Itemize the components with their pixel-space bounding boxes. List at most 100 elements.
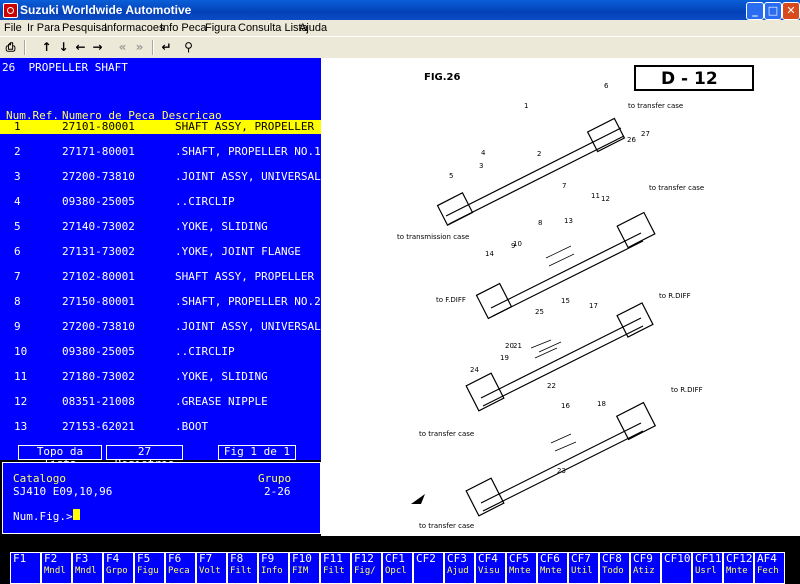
fkey-f6[interactable]: F6 Peca <box>165 552 196 584</box>
minimize-button[interactable]: _ <box>746 2 764 20</box>
fkey-f10[interactable]: F10 FIM <box>289 552 320 584</box>
menu-ajuda[interactable]: Ajuda <box>299 22 327 34</box>
fkey-cf3[interactable]: CF3 Ajud <box>444 552 475 584</box>
fkey-af4[interactable]: AF4 Fech <box>754 552 785 584</box>
toolbar-separator <box>152 40 154 55</box>
fkey-sublabel: Todo <box>602 566 624 576</box>
table-row[interactable]: 4 09380-25005 ..CIRCLIP <box>0 195 321 209</box>
menu-consulta-lista[interactable]: Consulta Lista <box>238 22 308 34</box>
cell-ref: 1 <box>14 120 21 133</box>
boot-ribs-2 <box>550 433 577 452</box>
fkey-f3[interactable]: F3 Mndl <box>72 552 103 584</box>
table-row[interactable]: 3 27200-73810 .JOINT ASSY, UNIVERSAL <box>0 170 321 184</box>
table-row[interactable]: 7 27102-80001 SHAFT ASSY, PROPELLER NO <box>0 270 334 284</box>
svg-text:17: 17 <box>589 302 598 310</box>
arrow-left-icon[interactable]: ← <box>72 39 89 55</box>
fkey-cf7[interactable]: CF7 Util <box>568 552 599 584</box>
menu-informacoes[interactable]: Informacoes <box>104 22 165 34</box>
records-count: 27 Registros <box>106 445 183 470</box>
table-row[interactable]: 9 27200-73810 .JOINT ASSY, UNIVERSAL <box>0 320 321 334</box>
cell-ref: 3 <box>14 170 21 183</box>
svg-text:12: 12 <box>601 195 610 203</box>
cell-part: 08351-21008 <box>62 395 135 408</box>
cell-desc: SHAFT ASSY, PROPELLER NO <box>175 270 334 283</box>
cell-desc: .YOKE, JOINT FLANGE <box>175 245 301 258</box>
close-button[interactable]: ✕ <box>782 2 800 20</box>
fkey-cf10[interactable]: CF10 <box>661 552 692 584</box>
fkey-label: F6 <box>168 552 182 565</box>
maximize-button[interactable]: □ <box>764 2 782 20</box>
table-row[interactable]: 8 27150-80001 .SHAFT, PROPELLER NO.2 <box>0 295 321 309</box>
cell-part: 27200-73810 <box>62 170 135 183</box>
top-of-list-button[interactable]: Topo da lista <box>18 445 102 470</box>
fkey-f12[interactable]: F12 Fig/ <box>351 552 382 584</box>
table-row[interactable]: 12 08351-21008 .GREASE NIPPLE <box>0 395 321 409</box>
fkey-f9[interactable]: F9 Info <box>258 552 289 584</box>
table-row[interactable]: 2 27171-80001 .SHAFT, PROPELLER NO.1 <box>0 145 321 159</box>
cell-desc: .SHAFT, PROPELLER NO.1 <box>175 145 321 158</box>
menu-info-peca[interactable]: Info Peca <box>160 22 206 34</box>
fkey-f5[interactable]: F5 Figu <box>134 552 165 584</box>
table-row[interactable]: 13 27153-62021 .BOOT <box>0 420 321 434</box>
num-fig-prompt: Num.Fig.> <box>13 510 73 523</box>
fkey-cf12[interactable]: CF12 Mnte <box>723 552 754 584</box>
menu-figura[interactable]: Figura <box>205 22 236 34</box>
table-row[interactable]: 1 27101-80001 SHAFT ASSY, PROPELLER NO <box>0 120 334 134</box>
label-to-transfer-case-2: to transfer case <box>649 184 704 192</box>
double-right-icon[interactable]: » <box>131 39 148 55</box>
svg-text:23: 23 <box>557 467 566 475</box>
fkey-cf8[interactable]: CF8 Todo <box>599 552 630 584</box>
table-row[interactable]: 10 09380-25005 ..CIRCLIP <box>0 345 321 359</box>
table-row[interactable]: 11 27180-73002 .YOKE, SLIDING <box>0 370 321 384</box>
cell-desc: .GREASE NIPPLE <box>175 395 268 408</box>
cell-ref: 6 <box>14 245 21 258</box>
fkey-sublabel: Usrl <box>695 566 717 576</box>
cell-ref: 13 <box>14 420 28 433</box>
fkey-sublabel: Mnte <box>509 566 531 576</box>
fkey-sublabel: Mnte <box>540 566 562 576</box>
fkey-sublabel: Peca <box>168 566 190 576</box>
fkey-cf5[interactable]: CF5 Mnte <box>506 552 537 584</box>
double-left-icon[interactable]: « <box>114 39 131 55</box>
fkey-f1[interactable]: F1 <box>10 552 41 584</box>
fkey-f7[interactable]: F7 Volt <box>196 552 227 584</box>
svg-text:18: 18 <box>597 400 606 408</box>
fkey-label: F3 <box>75 552 89 565</box>
menu-ir-para[interactable]: Ir Para <box>27 22 60 34</box>
fkey-label: AF4 <box>757 552 777 565</box>
zoom-icon[interactable]: ⚲ <box>180 39 197 55</box>
cell-part: 27200-73810 <box>62 320 135 333</box>
svg-text:26: 26 <box>627 136 636 144</box>
fkey-f4[interactable]: F4 Grpo <box>103 552 134 584</box>
fkey-f2[interactable]: F2 Mndl <box>41 552 72 584</box>
fkey-cf1[interactable]: CF1 Opcl <box>382 552 413 584</box>
arrow-down-icon[interactable]: ↓ <box>55 39 72 55</box>
fkey-cf4[interactable]: CF4 Visu <box>475 552 506 584</box>
svg-text:16: 16 <box>561 402 570 410</box>
direction-arrow <box>411 494 425 504</box>
cell-ref: 4 <box>14 195 21 208</box>
menu-pesquisa[interactable]: Pesquisa <box>62 22 107 34</box>
cell-desc: .JOINT ASSY, UNIVERSAL <box>175 170 321 183</box>
fkey-sublabel: Ajud <box>447 566 469 576</box>
fkey-cf9[interactable]: CF9 Atiz <box>630 552 661 584</box>
table-row[interactable]: 6 27131-73002 .YOKE, JOINT FLANGE <box>0 245 321 259</box>
cell-part: 27102-80001 <box>62 270 135 283</box>
shaft-line-4 <box>480 422 642 504</box>
figure-panel[interactable]: FIG.26 D - 12 to transfer case to transf… <box>321 58 800 536</box>
arrow-right-icon[interactable]: → <box>89 39 106 55</box>
menu-file[interactable]: File <box>4 22 22 34</box>
print-icon[interactable]: ⎙ <box>2 39 19 55</box>
fkey-cf2[interactable]: CF2 <box>413 552 444 584</box>
text-cursor[interactable] <box>73 509 80 520</box>
grupo-value: 2-26 <box>264 485 291 498</box>
cell-part: 09380-25005 <box>62 345 135 358</box>
diagram-code: D - 12 <box>661 69 718 89</box>
fkey-f11[interactable]: F11 Filt <box>320 552 351 584</box>
fkey-cf11[interactable]: CF11 Usrl <box>692 552 723 584</box>
return-icon[interactable]: ↵ <box>158 39 175 55</box>
fkey-f8[interactable]: F8 Filt <box>227 552 258 584</box>
arrow-up-icon[interactable]: ↑ <box>38 39 55 55</box>
fkey-cf6[interactable]: CF6 Mnte <box>537 552 568 584</box>
table-row[interactable]: 5 27140-73002 .YOKE, SLIDING <box>0 220 321 234</box>
